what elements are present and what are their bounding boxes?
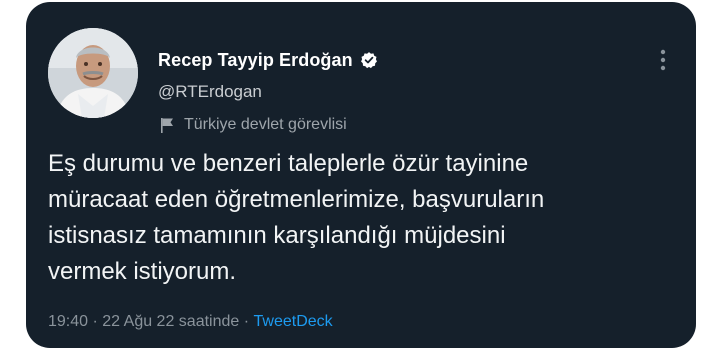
account-label: Türkiye devlet görevlisi	[184, 116, 347, 133]
tweet-meta: 19:40 · 22 Ağu 22 saatinde · TweetDeck	[48, 310, 333, 334]
page: Recep Tayyip Erdoğan @RTErdogan Türkiye …	[0, 0, 720, 356]
more-vertical-icon	[660, 49, 666, 71]
name-row: Recep Tayyip Erdoğan	[158, 48, 378, 72]
tweet-card[interactable]: Recep Tayyip Erdoğan @RTErdogan Türkiye …	[26, 2, 696, 348]
verified-badge-icon	[360, 51, 378, 69]
more-options-button[interactable]	[653, 46, 673, 74]
avatar-image	[48, 28, 138, 118]
user-handle[interactable]: @RTErdogan	[158, 82, 262, 102]
tweet-time[interactable]: 19:40	[48, 313, 88, 331]
display-name[interactable]: Recep Tayyip Erdoğan	[158, 50, 353, 71]
avatar[interactable]	[48, 28, 138, 118]
account-label-row: Türkiye devlet görevlisi	[158, 114, 347, 136]
tweet-text: Eş durumu ve benzeri taleplerle özür tay…	[48, 150, 545, 285]
flag-icon	[158, 116, 176, 134]
tweet-date[interactable]: 22 Ağu 22 saatinde	[102, 313, 239, 331]
tweet-source-link[interactable]: TweetDeck	[254, 313, 333, 331]
